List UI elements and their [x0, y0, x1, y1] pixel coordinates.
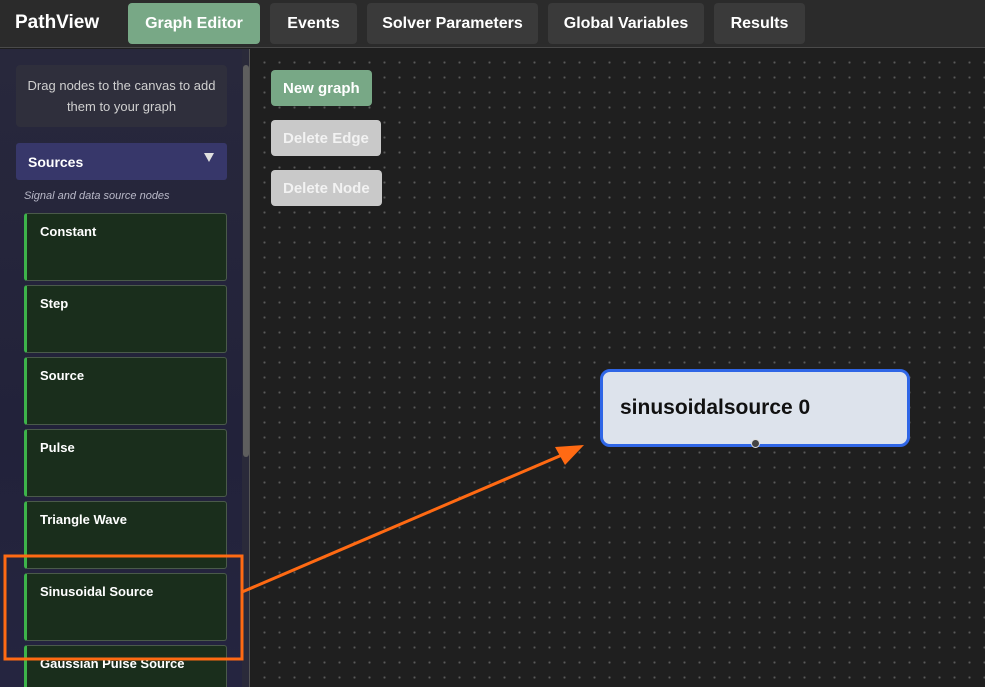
- node-item-label: Source: [40, 368, 85, 383]
- sidebar-scrollbar[interactable]: [242, 49, 249, 687]
- scrollbar-thumb[interactable]: [243, 65, 249, 457]
- tab-events[interactable]: Events: [270, 3, 357, 44]
- drag-hint: Drag nodes to the canvas to add them to …: [16, 65, 227, 127]
- node-item-label: Gaussian Pulse Source: [40, 656, 185, 671]
- node-item-label: Triangle Wave: [40, 512, 127, 527]
- node-item-source[interactable]: Source: [24, 357, 227, 425]
- graph-node-label: sinusoidalsource 0: [620, 396, 811, 419]
- app-title: PathView: [15, 12, 100, 33]
- tab-results[interactable]: Results: [714, 3, 805, 44]
- node-item-label: Step: [40, 296, 69, 311]
- tab-global-variables[interactable]: Global Variables: [548, 3, 704, 44]
- node-item-label: Constant: [40, 224, 97, 239]
- node-item-pulse[interactable]: Pulse: [24, 429, 227, 497]
- chevron-down-icon: [204, 153, 214, 162]
- node-item-gaussian-pulse-source[interactable]: Gaussian Pulse Source: [24, 645, 227, 687]
- node-library-sidebar: Drag nodes to the canvas to add them to …: [0, 49, 250, 687]
- node-item-sinusoidal-source[interactable]: Sinusoidal Source: [24, 573, 227, 641]
- delete-edge-button[interactable]: Delete Edge: [271, 120, 381, 156]
- top-bar: PathView Graph Editor Events Solver Para…: [0, 0, 985, 48]
- node-item-label: Sinusoidal Source: [40, 584, 154, 599]
- output-handle[interactable]: [751, 439, 760, 448]
- tab-solver-parameters[interactable]: Solver Parameters: [367, 3, 538, 44]
- section-header-sources[interactable]: Sources: [16, 143, 227, 180]
- section-title: Sources: [28, 154, 84, 170]
- delete-node-button[interactable]: Delete Node: [271, 170, 382, 206]
- node-item-triangle-wave[interactable]: Triangle Wave: [24, 501, 227, 569]
- graph-canvas[interactable]: New graph Delete Edge Delete Node sinuso…: [251, 49, 985, 687]
- graph-node-sinusoidalsource[interactable]: sinusoidalsource 0: [600, 369, 910, 448]
- node-item-label: Pulse: [40, 440, 75, 455]
- node-item-constant[interactable]: Constant: [24, 213, 227, 281]
- tab-graph-editor[interactable]: Graph Editor: [128, 3, 260, 44]
- node-item-step[interactable]: Step: [24, 285, 227, 353]
- new-graph-button[interactable]: New graph: [271, 70, 372, 106]
- section-description: Signal and data source nodes: [24, 190, 170, 202]
